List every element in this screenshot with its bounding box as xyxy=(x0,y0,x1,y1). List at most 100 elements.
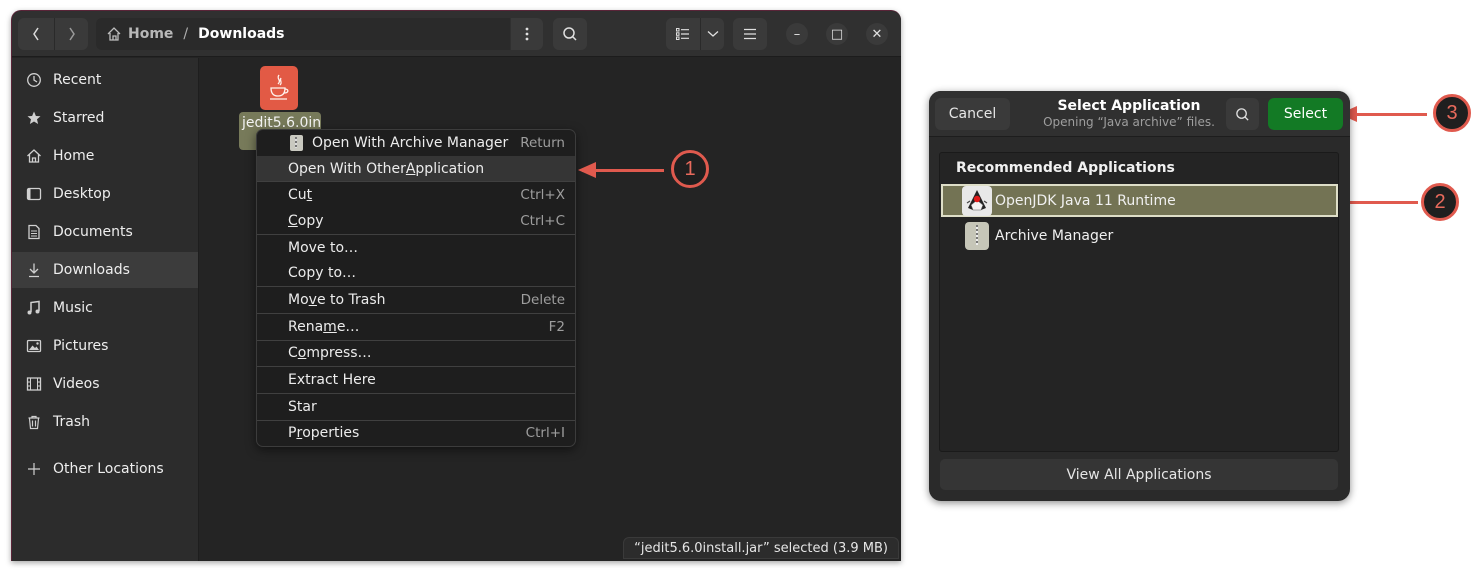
menu-item-copy[interactable]: Copy Ctrl+C xyxy=(257,208,575,234)
label-part: opy xyxy=(297,212,324,229)
sidebar-item-label: Documents xyxy=(53,224,133,240)
sidebar-item-home[interactable]: Home xyxy=(12,138,198,174)
app-row-archive-manager[interactable]: Archive Manager xyxy=(941,219,1338,252)
menu-item-star[interactable]: Star xyxy=(257,394,575,420)
app-row-openjdk[interactable]: OpenJDK Java 11 Runtime xyxy=(941,184,1338,217)
annotation-badge-1: 1 xyxy=(671,150,709,188)
sidebar-item-label: Videos xyxy=(53,376,100,392)
desktop-icon xyxy=(25,185,43,203)
select-application-dialog: Cancel Select Application Opening “Java … xyxy=(929,91,1350,501)
java-file-icon[interactable] xyxy=(260,66,298,110)
menu-item-label: Copy to… xyxy=(288,265,357,282)
annotation-arrow-3 xyxy=(1339,106,1427,122)
menu-item-extract-here[interactable]: Extract Here xyxy=(257,367,575,393)
menu-item-accel: Ctrl+X xyxy=(520,187,565,204)
menu-item-open-with-other-application[interactable]: Open With Other Application xyxy=(257,155,575,182)
menu-item-cut[interactable]: Cu t Ctrl+X xyxy=(257,182,575,208)
menu-item-compress[interactable]: Co mpress… xyxy=(257,341,575,367)
annotation-badge-2: 2 xyxy=(1421,183,1459,221)
java-duke-icon xyxy=(962,185,992,216)
breadcrumb-current[interactable]: Downloads xyxy=(198,26,284,42)
menu-item-properties[interactable]: Pr operties Ctrl+I xyxy=(257,421,575,447)
back-button[interactable] xyxy=(18,18,54,50)
plus-icon xyxy=(25,460,43,478)
sidebar-item-label: Trash xyxy=(53,414,90,430)
label-part: operties xyxy=(302,425,360,442)
menu-item-accel: Delete xyxy=(520,291,565,308)
sidebar-item-desktop[interactable]: Desktop xyxy=(12,176,198,212)
video-icon xyxy=(25,375,43,393)
minimize-button[interactable]: – xyxy=(786,23,808,45)
maximize-icon: □ xyxy=(830,26,844,42)
app-name: OpenJDK Java 11 Runtime xyxy=(995,192,1176,209)
dialog-search-button[interactable] xyxy=(1226,98,1259,130)
view-all-applications-button[interactable]: View All Applications xyxy=(939,458,1339,491)
sidebar-item-label: Starred xyxy=(53,110,105,126)
sidebar-item-videos[interactable]: Videos xyxy=(12,366,198,402)
menu-item-open-with-archive-manager[interactable]: Open With Archive Manager Return xyxy=(257,130,575,156)
chevron-left-icon xyxy=(33,27,39,41)
sidebar-item-label: Downloads xyxy=(53,262,130,278)
menu-item-accel: F2 xyxy=(548,318,565,335)
home-icon xyxy=(25,147,43,165)
sidebar-item-recent[interactable]: Recent xyxy=(12,62,198,98)
menu-item-copy-to[interactable]: Copy to… xyxy=(257,260,575,286)
sidebar-item-pictures[interactable]: Pictures xyxy=(12,328,198,364)
chevron-right-icon xyxy=(68,27,75,41)
music-icon xyxy=(25,299,43,317)
sidebar-item-downloads[interactable]: Downloads xyxy=(12,252,198,288)
sidebar-item-label: Music xyxy=(53,300,93,316)
menu-item-move-to-trash[interactable]: Mo v e to Trash Delete xyxy=(257,287,575,313)
label-part: e to Trash xyxy=(316,291,386,308)
hamburger-menu-icon xyxy=(744,28,756,40)
menu-item-move-to[interactable]: Move to… xyxy=(257,235,575,261)
status-bar: “jedit5.6.0install.jar” selected (3.9 MB… xyxy=(623,537,899,559)
close-button[interactable]: ✕ xyxy=(866,23,888,45)
mnemonic: A xyxy=(405,160,416,177)
search-button[interactable] xyxy=(553,18,587,50)
main-menu-button[interactable] xyxy=(733,18,767,50)
select-button[interactable]: Select xyxy=(1268,98,1343,130)
maximize-button[interactable]: □ xyxy=(826,23,848,45)
annotation-badge-3: 3 xyxy=(1433,94,1471,132)
mnemonic: o xyxy=(297,345,307,362)
menu-item-label: Cu t xyxy=(288,187,312,203)
breadcrumb-separator: / xyxy=(183,26,189,42)
breadcrumb-home[interactable]: Home xyxy=(128,26,173,42)
archive-manager-icon xyxy=(965,221,989,250)
sidebar-item-trash[interactable]: Trash xyxy=(12,404,198,440)
sidebar-item-documents[interactable]: Documents xyxy=(12,214,198,250)
cancel-button[interactable]: Cancel xyxy=(935,98,1010,130)
label-part: Rena xyxy=(288,318,324,335)
forward-button[interactable] xyxy=(54,18,88,50)
menu-item-label: Rena m e… xyxy=(288,319,359,335)
path-bar: Home / Downloads xyxy=(96,18,510,50)
sidebar-item-music[interactable]: Music xyxy=(12,290,198,326)
recommended-apps-list: Recommended Applications OpenJDK Java 11… xyxy=(939,152,1339,452)
annotation-arrow-1 xyxy=(578,162,664,178)
view-options-dropdown[interactable] xyxy=(700,18,724,50)
sidebar-item-label: Recent xyxy=(53,72,102,88)
clock-icon xyxy=(25,71,43,89)
label-part: mpress… xyxy=(306,345,372,362)
sidebar-item-starred[interactable]: Starred xyxy=(12,100,198,136)
chevron-down-icon xyxy=(707,31,718,37)
view-mode-button[interactable] xyxy=(666,18,700,50)
app-name: Archive Manager xyxy=(995,227,1114,244)
menu-item-label: Copy xyxy=(288,213,324,229)
close-icon: ✕ xyxy=(871,26,883,42)
sidebar-item-label: Other Locations xyxy=(53,461,164,477)
sidebar-item-other-locations[interactable]: Other Locations xyxy=(12,451,198,487)
search-icon xyxy=(563,27,577,41)
label-part: e… xyxy=(336,318,360,335)
context-menu: Open With Archive Manager Return Open Wi… xyxy=(256,129,576,448)
label-part: Cu xyxy=(288,187,307,204)
header-bar: Home / Downloads – □ ✕ xyxy=(12,11,901,57)
path-options-button[interactable] xyxy=(511,18,543,50)
label-part: pplication xyxy=(415,160,485,177)
list-heading: Recommended Applications xyxy=(956,160,1175,176)
menu-item-accel: Ctrl+C xyxy=(520,212,565,229)
menu-item-label: Star xyxy=(288,398,317,415)
trash-icon xyxy=(25,413,43,431)
menu-item-rename[interactable]: Rena m e… F2 xyxy=(257,314,575,340)
